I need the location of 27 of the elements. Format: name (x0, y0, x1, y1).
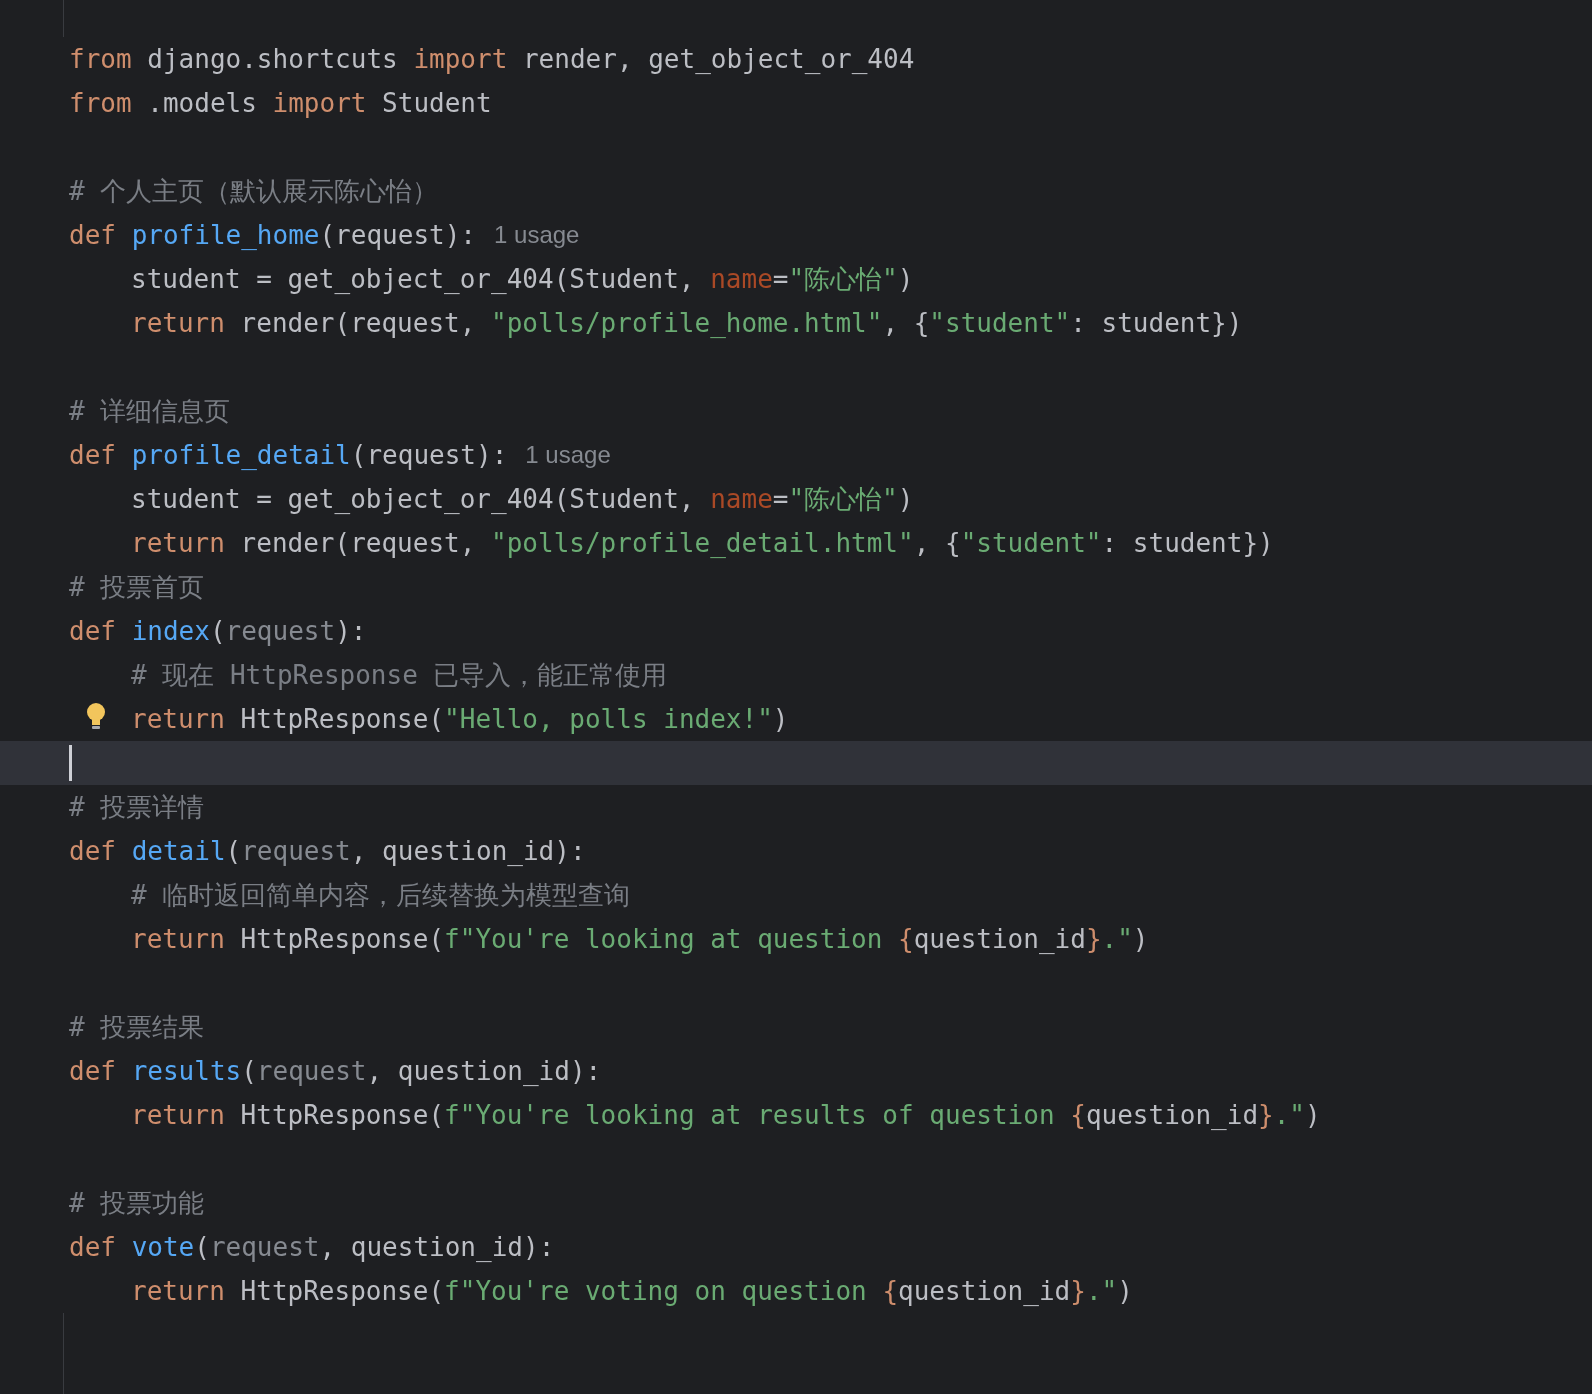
usage-hint[interactable]: 1 usage (525, 441, 611, 469)
code-line: return render(request, "polls/profile_detail.html", {"student": student}) (131, 528, 1274, 558)
code-line: return HttpResponse(f"You're voting on question {question_id}.") (131, 1276, 1133, 1306)
code-line: from django.shortcuts import render, get_object_or_404 (69, 44, 915, 74)
code-line: return HttpResponse(f"You're looking at results of question {question_id}.") (131, 1100, 1321, 1130)
code-line: from .models import Student (69, 88, 492, 118)
code-line: # 详细信息页 (69, 394, 231, 428)
code-line: def index(request): (69, 616, 367, 646)
code-line: # 投票功能 (69, 1186, 205, 1220)
code-line: return HttpResponse("Hello, polls index!") (131, 704, 789, 734)
code-line: # 现在 HttpResponse 已导入，能正常使用 (131, 658, 668, 692)
code-line: return render(request, "polls/profile_home.html", {"student": student}) (131, 308, 1243, 338)
code-line: # 临时返回简单内容，后续替换为模型查询 (131, 878, 631, 912)
code-line: student = get_object_or_404(Student, name="陈心怡") (131, 262, 914, 296)
lightbulb-icon[interactable] (86, 702, 106, 732)
code-line: def profile_detail(request): (69, 440, 508, 470)
code-line: # 投票详情 (69, 790, 205, 824)
usage-hint[interactable]: 1 usage (494, 221, 580, 249)
code-line: def vote(request, question_id): (69, 1232, 555, 1262)
code-line: student = get_object_or_404(Student, name="陈心怡") (131, 482, 914, 516)
code-line: # 个人主页（默认展示陈心怡） (69, 174, 439, 208)
code-line: def profile_home(request): (69, 220, 476, 250)
code-line: def results(request, question_id): (69, 1056, 602, 1086)
code-line: def detail(request, question_id): (69, 836, 586, 866)
code-line: # 投票首页 (69, 570, 205, 604)
code-line: return HttpResponse(f"You're looking at question {question_id}.") (131, 924, 1149, 954)
code-line: # 投票结果 (69, 1010, 205, 1044)
